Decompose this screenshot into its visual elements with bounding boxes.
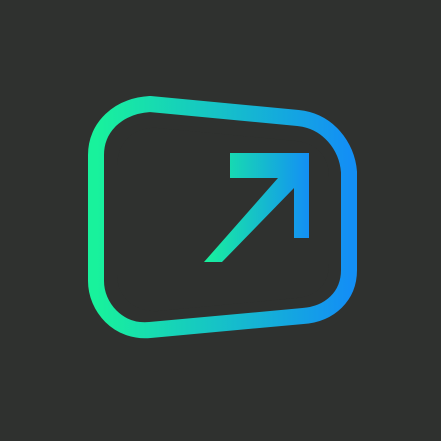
screen-arrow-up-right-icon xyxy=(88,96,357,339)
app-icon-canvas xyxy=(0,0,441,441)
